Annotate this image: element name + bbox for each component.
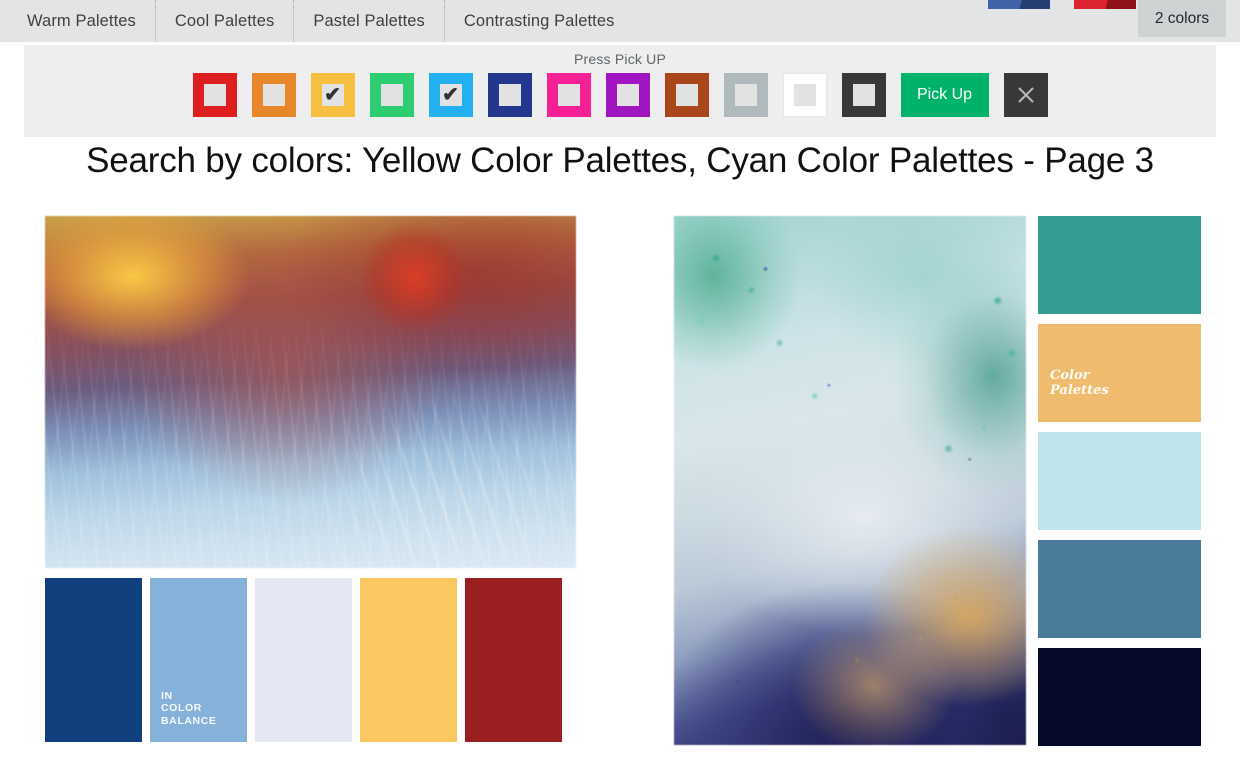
photo-texture-frost-spikes [45,216,576,568]
color-swatch-cyan[interactable]: ✔ [428,73,473,117]
color-swatch-blue[interactable] [487,73,532,117]
frosted-winter-grass-photo[interactable] [45,216,576,568]
color-swatch-white[interactable] [782,73,827,117]
mini-bar-blue [988,0,1050,9]
color-swatch-yellow-check: ✔ [321,84,344,106]
nav-item-label: Contrasting Palettes [463,11,615,30]
close-picker-button[interactable] [1003,73,1048,117]
watermark-in-color-balance: IN COLOR BALANCE [161,689,217,728]
color-swatch-purple-check [616,84,639,106]
picker-hint-label: Press Pick UP [573,51,667,67]
color-swatch-purple[interactable] [605,73,650,117]
color-swatch-brown-check [675,84,698,106]
color-swatch-blue-check [498,84,521,106]
photo-texture-mineral-grain [674,216,1026,745]
color-swatch-cyan-check: ✔ [439,84,462,106]
palette-swatch-strip-2: Color Palettes [1038,216,1201,746]
color-swatch-orange[interactable] [251,73,296,117]
nav-item-label: Pastel Palettes [313,11,425,30]
color-swatch-green[interactable] [369,73,414,117]
color-swatch-red[interactable] [192,73,237,117]
color-swatch-red-check [203,84,226,106]
palette-swatch[interactable]: IN COLOR BALANCE [150,578,247,742]
palette-swatch[interactable] [255,578,352,742]
close-icon [1017,87,1034,103]
nav-item-contrasting-palettes[interactable]: Contrasting Palettes [445,0,634,42]
color-swatch-gray[interactable] [723,73,768,117]
palette-swatch[interactable] [465,578,562,742]
palette-swatch[interactable] [1038,648,1201,746]
color-swatch-row: ✔ ✔ Pick Up [24,73,1216,117]
pick-up-button[interactable]: Pick Up [900,73,989,117]
palette-swatch[interactable] [360,578,457,742]
palette-swatch[interactable] [45,578,142,742]
nav-item-list: Warm Palettes Cool Palettes Pastel Palet… [8,0,634,42]
palette-swatch[interactable] [1038,216,1201,314]
color-swatch-pink-check [557,84,580,106]
page-title: Search by colors: Yellow Color Palettes,… [86,141,1154,180]
selected-color-mini-bars [988,0,1136,9]
color-swatch-black-check [852,84,875,106]
color-swatch-black[interactable] [841,73,886,117]
color-swatch-pink[interactable] [546,73,591,117]
turquoise-mineral-macro-photo[interactable] [674,216,1026,745]
palette-swatch-strip-1: IN COLOR BALANCE [45,578,576,742]
color-swatch-orange-check [262,84,285,106]
selected-colors-count-badge[interactable]: 2 colors [1138,0,1226,37]
mini-bar-red [1074,0,1136,9]
palette-swatch[interactable] [1038,540,1201,638]
palette-swatch[interactable]: Color Palettes [1038,324,1201,422]
color-swatch-brown[interactable] [664,73,709,117]
palette-swatch[interactable] [1038,432,1201,530]
nav-item-label: Warm Palettes [27,11,136,30]
nav-item-warm-palettes[interactable]: Warm Palettes [8,0,156,42]
nav-item-label: Cool Palettes [174,11,275,30]
palette-card-2[interactable]: Color Palettes [674,216,1201,746]
nav-item-pastel-palettes[interactable]: Pastel Palettes [294,0,445,42]
color-picker-panel: Press Pick UP ✔ ✔ Pick Up [24,45,1216,137]
color-swatch-white-check [793,84,816,106]
selected-colors-count-label: 2 colors [1154,9,1210,27]
color-swatch-yellow[interactable]: ✔ [310,73,355,117]
palette-card-1[interactable]: IN COLOR BALANCE [45,216,576,742]
watermark-color-palettes: Color Palettes [1050,368,1109,398]
color-swatch-green-check [380,84,403,106]
pick-up-button-label: Pick Up [916,86,973,103]
nav-item-cool-palettes[interactable]: Cool Palettes [156,0,295,42]
color-swatch-gray-check [734,84,757,106]
